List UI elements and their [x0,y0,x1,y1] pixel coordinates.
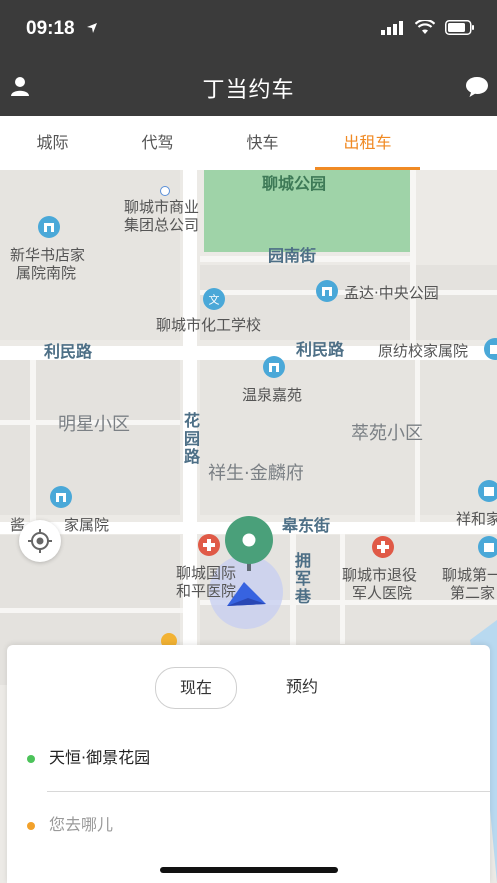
message-icon[interactable] [465,76,489,98]
ride-request-panel: 现在 预约 天恒·御景花园 您去哪儿 [7,645,490,883]
service-tabs: 城际 代驾 快车 出租车 [0,116,497,170]
destination-dot-icon [27,821,35,830]
building-icon [478,536,497,558]
poi-label-yuanfang: 原纺校家属院 [378,342,469,360]
district-label-xiangsheng: 祥生·金麟府 [208,463,304,484]
park-label: 聊城公园 [262,174,327,193]
battery-icon [445,20,474,35]
poi-dot-icon [160,186,170,196]
poi-label-shangye-1: 聊城市商业 [124,198,200,216]
now-button[interactable]: 现在 [155,667,237,709]
crosshair-icon [28,529,52,553]
poi-label-xianghe: 祥和家 [456,510,497,528]
poi-label-tuiyi-2: 军人医院 [352,584,413,602]
destination-field[interactable]: 您去哪儿 [27,813,113,837]
pickup-location: 天恒·御景花园 [49,748,151,767]
poi-label-mengda: 孟达·中央公园 [344,284,439,302]
poi-label-xinhua-2: 属院南院 [16,264,77,282]
building-icon [50,486,72,508]
tab-intercity[interactable]: 城际 [0,116,105,170]
pickup-pin-icon[interactable] [224,515,274,573]
cellular-signal-icon [381,20,403,35]
tab-designated-driver[interactable]: 代驾 [105,116,210,170]
destination-placeholder: 您去哪儿 [49,815,114,834]
reserve-button[interactable]: 预约 [267,667,337,707]
locate-button[interactable] [19,520,61,562]
status-time: 09:18 [26,18,75,39]
building-icon [478,480,497,502]
school-icon: 文 [203,288,225,310]
tab-taxi[interactable]: 出租车 [315,116,420,170]
wifi-icon [415,20,435,34]
status-bar: 09:18 [0,0,497,58]
field-divider [47,791,490,792]
building-icon [38,216,60,238]
poi-label-tuiyi-1: 聊城市退役 [342,566,418,584]
building-icon [263,356,285,378]
poi-label-jiashu-right: 家属院 [64,516,110,534]
road-label-limin-left: 利民路 [44,342,93,361]
district-label-mingxing: 明星小区 [58,414,130,435]
poi-label-diyi-2: 第二家 [450,584,496,602]
page-title: 丁当约车 [202,78,295,103]
building-icon [484,338,497,360]
poi-label-shangye-2: 集团总公司 [124,216,200,234]
poi-marker-icon [161,633,177,646]
pickup-field[interactable]: 天恒·御景花园 [27,746,150,770]
tab-express[interactable]: 快车 [210,116,315,170]
pickup-dot-icon [27,754,35,763]
district-label-cuiyuan: 萃苑小区 [351,423,423,444]
svg-text:文: 文 [209,293,220,307]
building-icon [316,280,338,302]
poi-label-xinhua-1: 新华书店家 [10,246,86,264]
hospital-icon [372,536,394,558]
road-label-gaodong: 皋东街 [282,516,331,535]
poi-label-diyi-1: 聊城第一 [442,566,497,584]
poi-label-huagong: 聊城市化工学校 [156,316,262,334]
road-label-huayuan: 花园路 [184,411,201,466]
poi-label-wenquan: 温泉嘉苑 [242,386,303,404]
home-indicator [160,867,338,873]
hospital-icon [198,534,220,556]
road-label-yuannan: 园南街 [268,246,317,265]
nav-bar: 丁当约车 [0,58,497,116]
location-arrow-icon [87,23,97,33]
road-label-yongjun: 拥军巷 [295,551,312,606]
navigation-arrow-icon [227,582,266,606]
road-label-limin-right: 利民路 [296,340,345,359]
